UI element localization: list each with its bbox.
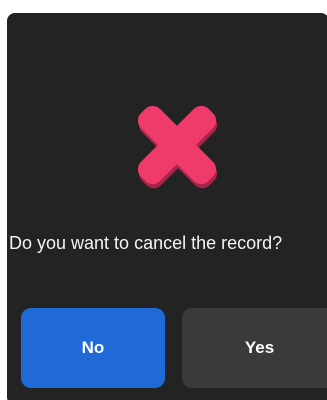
- screen: Do you want to cancel the record? No Yes: [0, 0, 327, 400]
- no-button-label: No: [81, 338, 105, 357]
- x-face: [137, 105, 217, 185]
- no-button[interactable]: No: [21, 308, 165, 388]
- dialog-question: Do you want to cancel the record?: [9, 233, 283, 253]
- yes-button-label: Yes: [244, 338, 275, 357]
- cancel-x-icon: [137, 105, 218, 189]
- yes-button[interactable]: Yes: [182, 308, 327, 388]
- cancel-record-dialog: Do you want to cancel the record? No Yes: [7, 13, 327, 400]
